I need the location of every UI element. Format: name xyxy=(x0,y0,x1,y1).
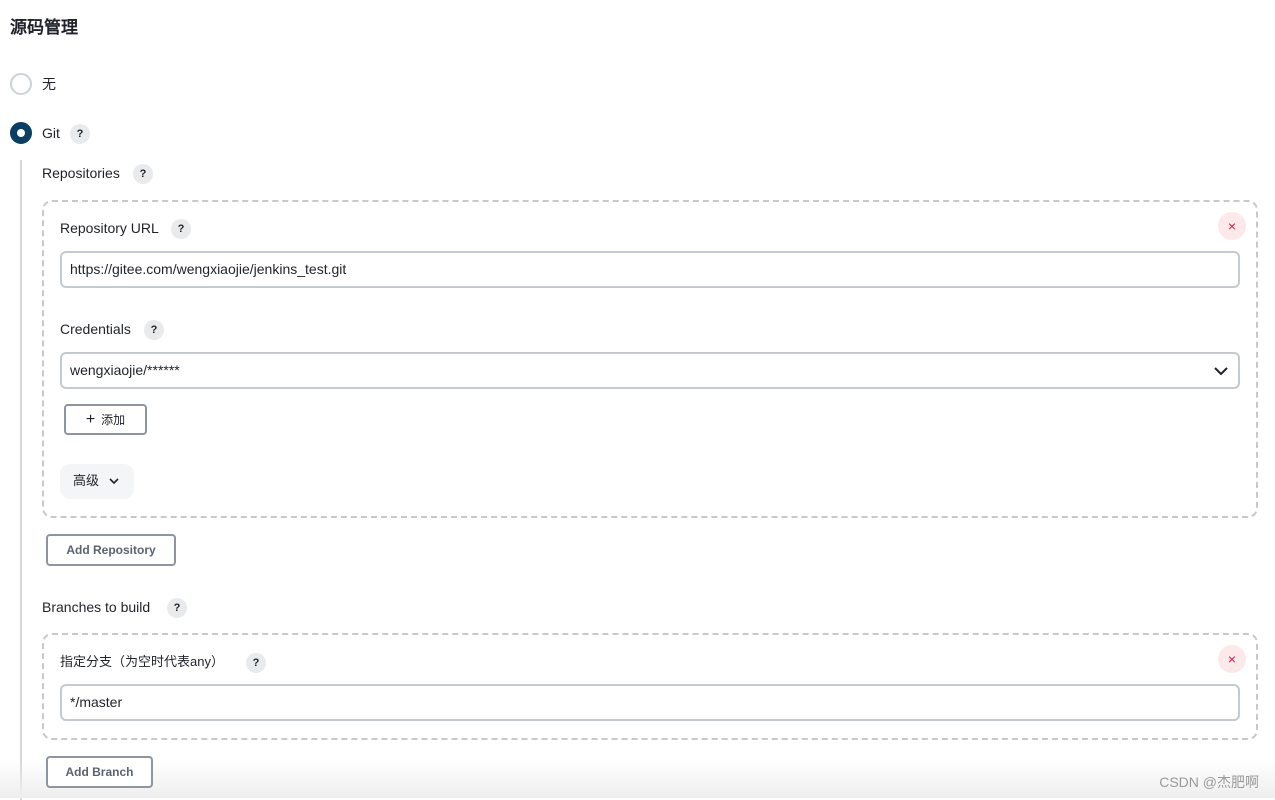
branch-specifier-input[interactable]: */master xyxy=(60,684,1240,721)
credentials-select[interactable]: wengxiaojie/****** xyxy=(60,352,1240,389)
branches-label: Branches to build xyxy=(42,599,151,615)
chevron-down-icon xyxy=(109,478,119,485)
radio-git[interactable] xyxy=(10,122,32,144)
branch-specifier-label: 指定分支（为空时代表any） xyxy=(60,654,224,669)
bottom-fade xyxy=(0,760,1275,798)
help-icon[interactable]: ? xyxy=(167,598,187,618)
repository-url-label: Repository URL xyxy=(60,220,159,236)
watermark: CSDN @杰肥啊 xyxy=(1159,774,1259,790)
help-icon[interactable]: ? xyxy=(133,164,153,184)
credentials-label: Credentials xyxy=(60,321,131,337)
delete-branch-icon[interactable]: × xyxy=(1218,645,1246,673)
add-credentials-button[interactable]: + 添加 xyxy=(64,404,147,435)
help-icon[interactable]: ? xyxy=(171,219,191,239)
section-divider xyxy=(20,160,22,800)
help-icon[interactable]: ? xyxy=(144,320,164,340)
page-title: 源码管理 xyxy=(10,18,78,37)
add-branch-button[interactable]: Add Branch xyxy=(46,756,153,788)
radio-git-label: Git xyxy=(42,125,60,141)
delete-repository-icon[interactable]: × xyxy=(1218,212,1246,240)
radio-none-label: 无 xyxy=(42,76,56,92)
advanced-button[interactable]: 高级 xyxy=(60,464,134,499)
plus-icon: + xyxy=(85,411,96,428)
add-repository-button[interactable]: Add Repository xyxy=(46,534,176,566)
repository-url-input[interactable]: https://gitee.com/wengxiaojie/jenkins_te… xyxy=(60,251,1240,288)
help-icon[interactable]: ? xyxy=(246,653,266,673)
repositories-label: Repositories xyxy=(42,165,120,181)
chevron-down-icon xyxy=(1214,367,1228,376)
radio-none[interactable] xyxy=(10,73,32,95)
help-icon[interactable]: ? xyxy=(70,124,90,144)
credentials-value: wengxiaojie/****** xyxy=(70,362,180,378)
